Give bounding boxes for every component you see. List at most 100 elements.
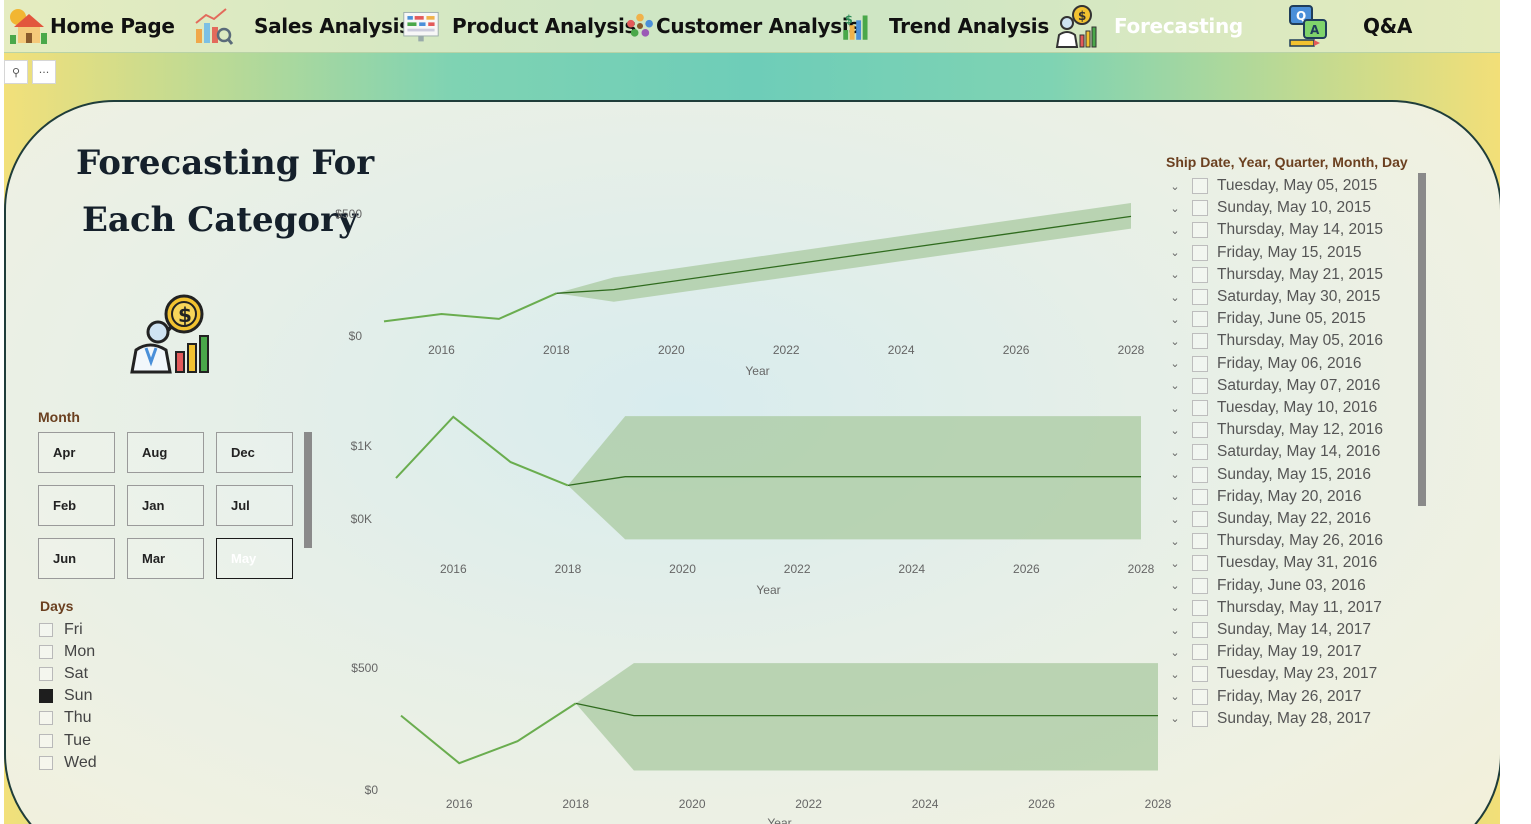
- ship-date-checkbox[interactable]: [1192, 289, 1208, 305]
- x-tick-label: 2016: [428, 343, 455, 357]
- ship-date-checkbox[interactable]: [1192, 466, 1208, 483]
- ship-date-checkbox[interactable]: [1192, 200, 1208, 217]
- chevron-down-icon[interactable]: ⌄: [1168, 402, 1182, 415]
- chevron-down-icon[interactable]: ⌄: [1168, 646, 1182, 659]
- ship-date-checkbox[interactable]: [1192, 400, 1208, 416]
- ship-date-item[interactable]: ⌄ Friday, May 20, 2016: [1168, 486, 1361, 508]
- x-tick-label: 2028: [1128, 562, 1155, 576]
- ship-date-label: Thursday, May 11, 2017: [1217, 598, 1382, 616]
- chevron-down-icon[interactable]: ⌄: [1168, 379, 1182, 392]
- forecast-confidence-band: [556, 203, 1131, 302]
- ship-date-item[interactable]: ⌄ Thursday, May 21, 2015: [1168, 264, 1383, 286]
- ship-date-item[interactable]: ⌄ Friday, May 19, 2017: [1168, 641, 1361, 663]
- y-tick-label: $0: [365, 783, 379, 797]
- x-tick-label: 2020: [679, 797, 706, 811]
- chevron-down-icon[interactable]: ⌄: [1168, 712, 1182, 725]
- ship-date-slicer-scrollbar[interactable]: [1418, 173, 1426, 506]
- ship-date-checkbox[interactable]: [1192, 666, 1208, 683]
- chevron-down-icon[interactable]: ⌄: [1168, 424, 1182, 437]
- chevron-down-icon[interactable]: ⌄: [1168, 291, 1182, 304]
- ship-date-checkbox[interactable]: [1192, 333, 1208, 350]
- ship-date-label: Sunday, May 22, 2016: [1217, 510, 1371, 527]
- ship-date-label: Friday, May 15, 2015: [1217, 243, 1362, 261]
- ship-date-checkbox[interactable]: [1192, 688, 1208, 705]
- ship-date-item[interactable]: ⌄ Thursday, May 14, 2015: [1168, 219, 1383, 241]
- x-tick-label: 2028: [1145, 797, 1172, 811]
- y-tick-label: $0K: [351, 512, 372, 526]
- ship-date-checkbox[interactable]: [1192, 488, 1208, 505]
- ship-date-checkbox[interactable]: [1192, 422, 1208, 439]
- ship-date-checkbox[interactable]: [1192, 599, 1208, 616]
- ship-date-checkbox[interactable]: [1192, 266, 1208, 283]
- ship-date-checkbox[interactable]: [1192, 577, 1208, 594]
- ship-date-checkbox[interactable]: [1192, 644, 1208, 661]
- chevron-down-icon[interactable]: ⌄: [1168, 490, 1182, 503]
- x-tick-label: 2026: [1003, 343, 1030, 357]
- ship-date-item[interactable]: ⌄ Thursday, May 11, 2017: [1168, 597, 1382, 619]
- chevron-down-icon[interactable]: ⌄: [1168, 268, 1182, 281]
- chevron-down-icon[interactable]: ⌄: [1168, 313, 1182, 326]
- ship-date-item[interactable]: ⌄ Sunday, May 22, 2016: [1168, 508, 1371, 530]
- ship-date-item[interactable]: ⌄ Sunday, May 15, 2016: [1168, 464, 1371, 486]
- x-tick-label: 2018: [543, 343, 570, 357]
- ship-date-checkbox[interactable]: [1192, 710, 1208, 727]
- chevron-down-icon[interactable]: ⌄: [1168, 624, 1182, 637]
- ship-date-label: Friday, June 03, 2016: [1217, 576, 1366, 594]
- ship-date-item[interactable]: ⌄ Sunday, May 10, 2015: [1168, 197, 1371, 219]
- ship-date-checkbox[interactable]: [1192, 444, 1208, 461]
- y-tick-label: $0: [349, 329, 363, 343]
- ship-date-checkbox[interactable]: [1192, 311, 1208, 328]
- chevron-down-icon[interactable]: ⌄: [1168, 668, 1182, 681]
- ship-date-checkbox[interactable]: [1192, 355, 1208, 372]
- x-tick-label: 2024: [912, 797, 939, 811]
- ship-date-item[interactable]: ⌄ Friday, May 06, 2016: [1168, 353, 1361, 375]
- ship-date-item[interactable]: ⌄ Tuesday, May 05, 2015: [1168, 175, 1377, 197]
- ship-date-item[interactable]: ⌄ Tuesday, May 10, 2016: [1168, 397, 1377, 419]
- ship-date-item[interactable]: ⌄ Sunday, May 28, 2017: [1168, 708, 1371, 730]
- chevron-down-icon[interactable]: ⌄: [1168, 180, 1182, 193]
- ship-date-item[interactable]: ⌄ Saturday, May 07, 2016: [1168, 375, 1380, 397]
- ship-date-checkbox[interactable]: [1192, 622, 1208, 638]
- ship-date-checkbox[interactable]: [1192, 533, 1208, 550]
- chevron-down-icon[interactable]: ⌄: [1168, 535, 1182, 548]
- ship-date-checkbox[interactable]: [1192, 222, 1208, 239]
- ship-date-item[interactable]: ⌄ Friday, June 05, 2015: [1168, 308, 1366, 330]
- ship-date-item[interactable]: ⌄ Tuesday, May 23, 2017: [1168, 663, 1377, 685]
- chevron-down-icon[interactable]: ⌄: [1168, 557, 1182, 570]
- ship-date-label: Tuesday, May 05, 2015: [1217, 177, 1378, 194]
- chevron-down-icon[interactable]: ⌄: [1168, 690, 1182, 703]
- ship-date-checkbox[interactable]: [1192, 377, 1208, 394]
- ship-date-item[interactable]: ⌄ Sunday, May 14, 2017: [1168, 619, 1371, 641]
- chevron-down-icon[interactable]: ⌄: [1168, 446, 1182, 459]
- ship-date-item[interactable]: ⌄ Thursday, May 12, 2016: [1168, 419, 1383, 441]
- report-canvas: Home Page Sales Analysis Product Analysi…: [4, 0, 1500, 824]
- ship-date-item[interactable]: ⌄ Friday, June 03, 2016: [1168, 575, 1366, 597]
- chevron-down-icon[interactable]: ⌄: [1168, 601, 1182, 614]
- x-tick-label: 2018: [555, 562, 582, 576]
- ship-date-item[interactable]: ⌄ Saturday, May 14, 2016: [1168, 441, 1380, 463]
- ship-date-checkbox[interactable]: [1192, 244, 1208, 261]
- ship-date-checkbox[interactable]: [1192, 178, 1208, 194]
- chevron-down-icon[interactable]: ⌄: [1168, 246, 1182, 259]
- chevron-down-icon[interactable]: ⌄: [1168, 224, 1182, 237]
- chevron-down-icon[interactable]: ⌄: [1168, 513, 1182, 526]
- ship-date-item[interactable]: ⌄ Friday, May 26, 2017: [1168, 686, 1361, 708]
- chevron-down-icon[interactable]: ⌄: [1168, 357, 1182, 370]
- forecast-confidence-band: [575, 663, 1158, 771]
- ship-date-item[interactable]: ⌄ Tuesday, May 31, 2016: [1168, 552, 1377, 574]
- ship-date-item[interactable]: ⌄ Thursday, May 05, 2016: [1168, 330, 1383, 352]
- ship-date-slicer-label: Ship Date, Year, Quarter, Month, Day: [1166, 154, 1408, 170]
- ship-date-label: Tuesday, May 10, 2016: [1217, 399, 1378, 416]
- chevron-down-icon[interactable]: ⌄: [1168, 468, 1182, 481]
- ship-date-item[interactable]: ⌄ Saturday, May 30, 2015: [1168, 286, 1380, 308]
- ship-date-item[interactable]: ⌄ Friday, May 15, 2015: [1168, 242, 1361, 264]
- ship-date-item[interactable]: ⌄ Thursday, May 26, 2016: [1168, 530, 1383, 552]
- x-tick-label: 2016: [446, 797, 473, 811]
- chevron-down-icon[interactable]: ⌄: [1168, 579, 1182, 592]
- ship-date-checkbox[interactable]: [1192, 555, 1208, 572]
- x-axis-title: Year: [745, 364, 769, 378]
- chevron-down-icon[interactable]: ⌄: [1168, 335, 1182, 348]
- ship-date-checkbox[interactable]: [1192, 511, 1208, 527]
- ship-date-label: Saturday, May 30, 2015: [1217, 288, 1381, 305]
- chevron-down-icon[interactable]: ⌄: [1168, 202, 1182, 215]
